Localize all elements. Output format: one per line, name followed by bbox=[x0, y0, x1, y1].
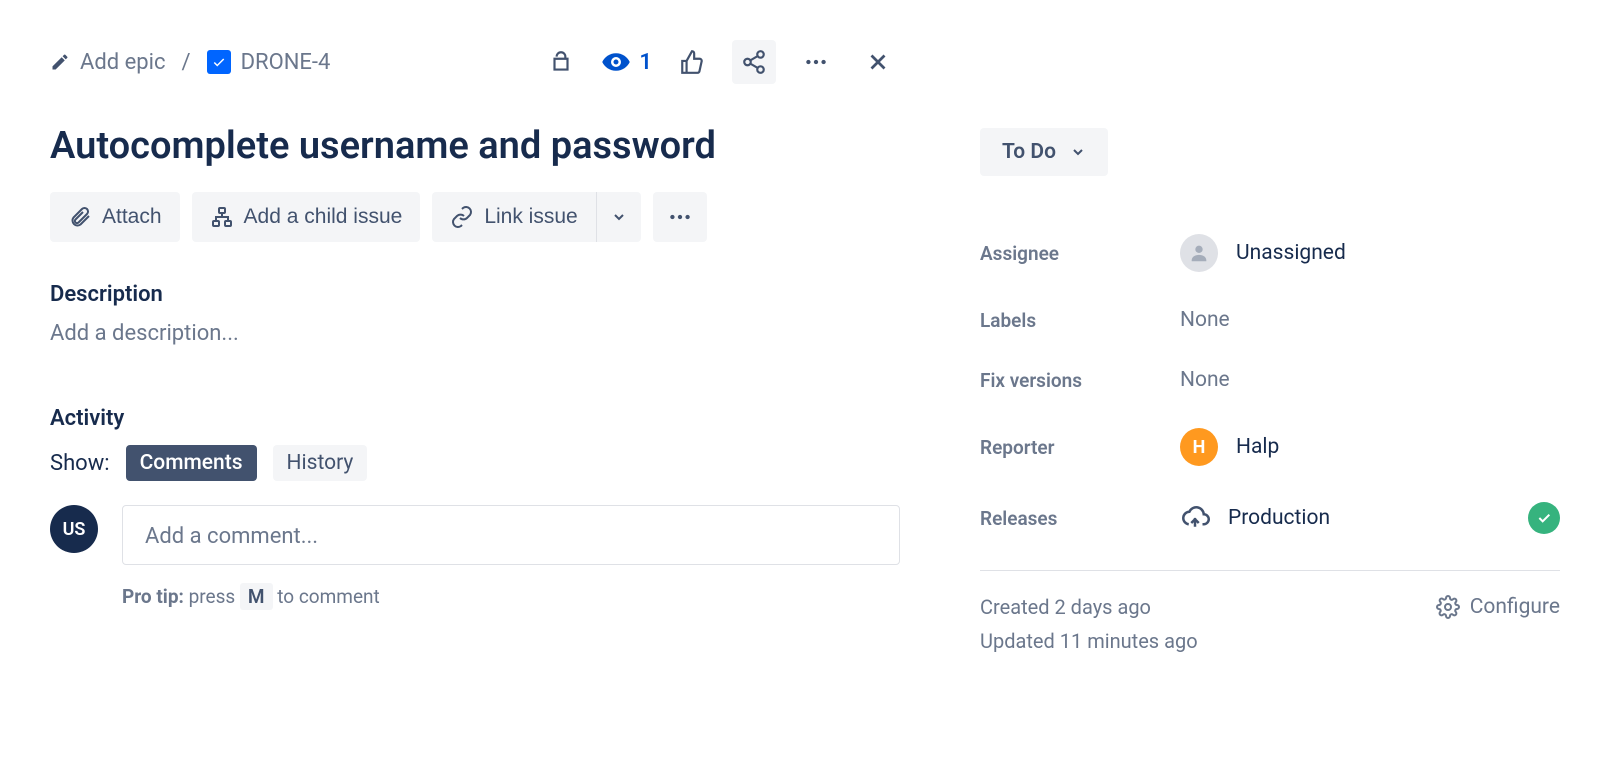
share-button[interactable] bbox=[732, 40, 776, 84]
like-button[interactable] bbox=[670, 40, 714, 84]
more-icon bbox=[803, 49, 829, 75]
add-child-issue-button[interactable]: Add a child issue bbox=[192, 192, 421, 242]
unassigned-avatar-icon bbox=[1180, 234, 1218, 272]
protip-press: press bbox=[184, 585, 240, 608]
breadcrumb: Add epic / DRONE-4 bbox=[50, 50, 330, 75]
more-actions-button[interactable] bbox=[794, 40, 838, 84]
description-placeholder[interactable]: Add a description... bbox=[50, 321, 900, 346]
activity-show-label: Show: bbox=[50, 451, 110, 476]
unlock-icon bbox=[548, 49, 574, 75]
close-button[interactable] bbox=[856, 40, 900, 84]
protip-tail: to comment bbox=[273, 585, 380, 608]
add-epic-link[interactable]: Add epic bbox=[50, 50, 166, 75]
activity-heading: Activity bbox=[50, 406, 900, 431]
link-icon bbox=[450, 205, 474, 229]
check-icon bbox=[1536, 510, 1552, 526]
chevron-down-icon bbox=[611, 209, 627, 225]
more-toolbar-button[interactable] bbox=[653, 192, 707, 242]
assignee-value: Unassigned bbox=[1236, 241, 1346, 265]
attach-button[interactable]: Attach bbox=[50, 192, 180, 242]
issue-title[interactable]: Autocomplete username and password bbox=[50, 124, 900, 168]
attach-label: Attach bbox=[102, 205, 162, 229]
releases-value: Production bbox=[1228, 506, 1330, 530]
protip-key: M bbox=[240, 583, 273, 610]
created-meta: Created 2 days ago bbox=[980, 595, 1198, 619]
chevron-down-icon bbox=[1070, 144, 1086, 160]
release-icon bbox=[1180, 503, 1210, 533]
labels-value: None bbox=[1180, 308, 1560, 332]
status-dropdown[interactable]: To Do bbox=[980, 128, 1108, 176]
watch-count-value: 1 bbox=[639, 50, 652, 75]
thumbsup-icon bbox=[679, 49, 705, 75]
link-issue-button[interactable]: Link issue bbox=[432, 192, 595, 242]
field-labels[interactable]: Labels None bbox=[980, 290, 1560, 350]
issue-key-label: DRONE-4 bbox=[241, 50, 331, 75]
releases-label: Releases bbox=[980, 507, 1180, 530]
add-child-issue-label: Add a child issue bbox=[244, 205, 403, 229]
link-issue-label: Link issue bbox=[484, 205, 577, 229]
link-issue-dropdown[interactable] bbox=[596, 192, 641, 242]
fixversions-label: Fix versions bbox=[980, 369, 1180, 392]
protip-lead: Pro tip: bbox=[122, 585, 184, 608]
issue-type-icon bbox=[207, 50, 231, 74]
configure-button[interactable]: Configure bbox=[1436, 595, 1560, 619]
field-fix-versions[interactable]: Fix versions None bbox=[980, 350, 1560, 410]
child-issue-icon bbox=[210, 205, 234, 229]
current-user-avatar: US bbox=[50, 505, 98, 553]
reporter-label: Reporter bbox=[980, 436, 1180, 459]
assignee-label: Assignee bbox=[980, 242, 1180, 265]
eye-icon bbox=[601, 47, 631, 77]
configure-label: Configure bbox=[1470, 595, 1560, 619]
gear-icon bbox=[1436, 595, 1460, 619]
issue-key-link[interactable]: DRONE-4 bbox=[207, 50, 331, 75]
action-row: Attach Add a child issue Link issue bbox=[50, 192, 900, 242]
close-icon bbox=[865, 49, 891, 75]
fixversions-value: None bbox=[1180, 368, 1560, 392]
field-reporter[interactable]: Reporter H Halp bbox=[980, 410, 1560, 484]
updated-meta: Updated 11 minutes ago bbox=[980, 629, 1198, 653]
release-status-badge bbox=[1528, 502, 1560, 534]
watch-button[interactable]: 1 bbox=[601, 47, 652, 77]
field-assignee[interactable]: Assignee Unassigned bbox=[980, 216, 1560, 290]
comment-input[interactable]: Add a comment... bbox=[122, 505, 900, 565]
pencil-icon bbox=[50, 52, 70, 72]
reporter-value: Halp bbox=[1236, 435, 1279, 459]
tab-history[interactable]: History bbox=[273, 445, 368, 481]
top-actions-bar: 1 bbox=[539, 40, 900, 84]
description-heading: Description bbox=[50, 282, 900, 307]
tab-comments[interactable]: Comments bbox=[126, 445, 257, 481]
add-epic-label: Add epic bbox=[80, 50, 166, 75]
comment-protip: Pro tip: press M to comment bbox=[122, 583, 900, 610]
labels-label: Labels bbox=[980, 309, 1180, 332]
lock-button[interactable] bbox=[539, 40, 583, 84]
share-icon bbox=[741, 49, 767, 75]
field-releases[interactable]: Releases Production bbox=[980, 484, 1560, 552]
breadcrumb-separator: / bbox=[182, 50, 191, 75]
more-icon bbox=[667, 204, 693, 230]
reporter-avatar: H bbox=[1180, 428, 1218, 466]
attach-icon bbox=[68, 205, 92, 229]
status-label: To Do bbox=[1002, 140, 1056, 164]
